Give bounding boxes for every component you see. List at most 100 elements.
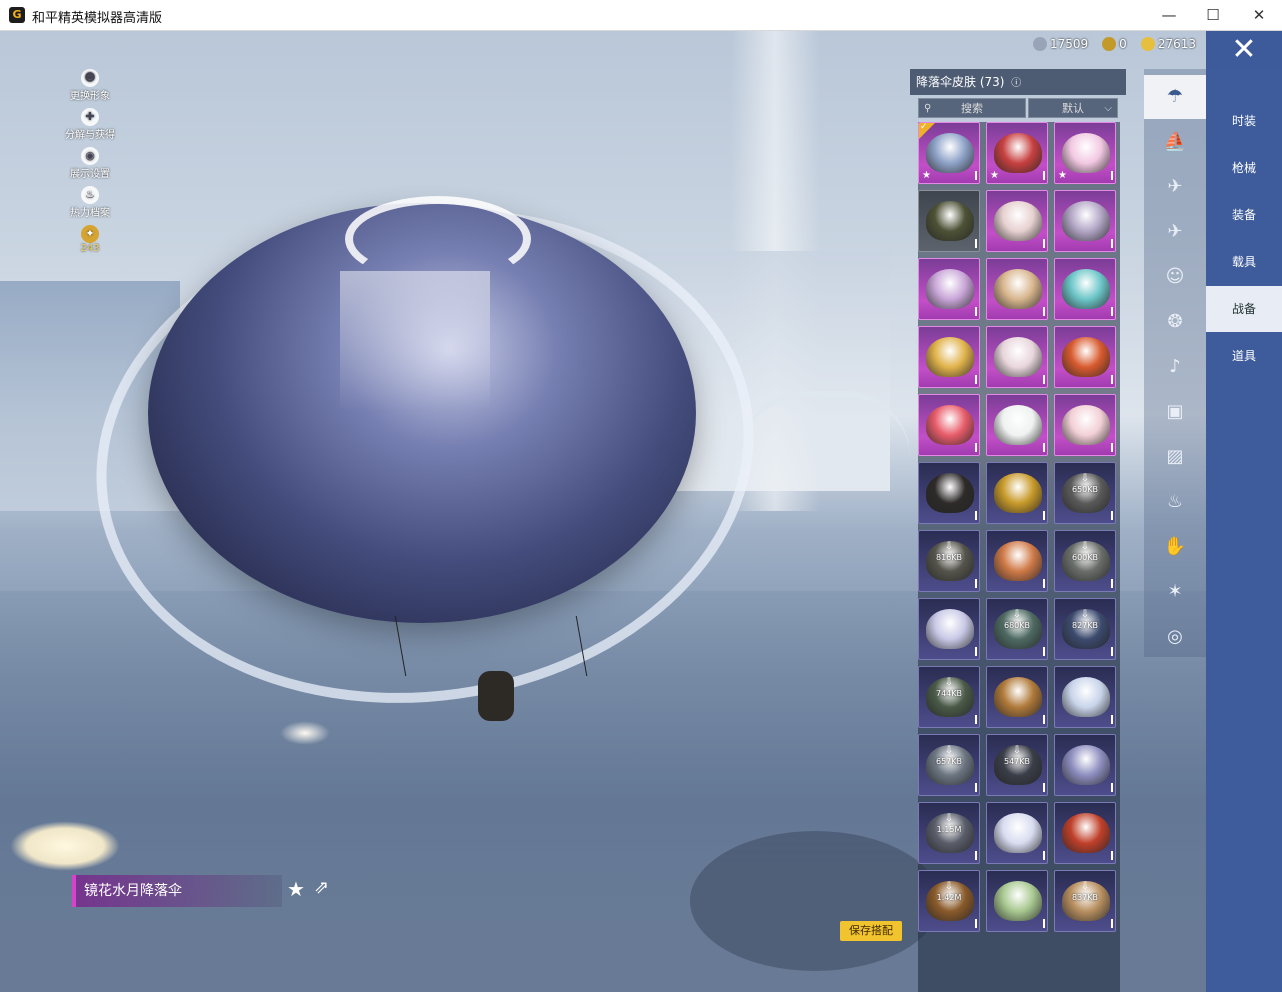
level-value: 243 (80, 243, 100, 254)
boat-icon[interactable]: ⛵ (1144, 120, 1206, 164)
skin-cell[interactable] (1054, 190, 1116, 252)
decompose-button[interactable]: ✚ 分解与获得 (58, 108, 122, 141)
change-avatar-button[interactable]: ☻ 更换形象 (58, 69, 122, 102)
emote-icon[interactable]: ☺ (1144, 255, 1206, 299)
search-row: ⚲ 搜索 默认 ⌵ (918, 98, 1118, 118)
flame-icon: ♨ (81, 186, 99, 204)
count-marker (975, 239, 977, 248)
skin-cell[interactable]: ⇩ 680KB (986, 598, 1048, 660)
maximize-button[interactable]: ☐ (1190, 0, 1236, 30)
download-size: 744KB (935, 689, 962, 698)
app-logo-icon: G (9, 7, 25, 23)
count-marker (1111, 851, 1113, 860)
picture-icon[interactable]: ▨ (1144, 435, 1206, 479)
skin-cell[interactable] (986, 870, 1048, 932)
window-close-button[interactable]: ✕ (1236, 0, 1282, 30)
tab-4[interactable]: 战备 (1206, 286, 1282, 332)
skin-cell[interactable] (1054, 666, 1116, 728)
count-marker (1111, 239, 1113, 248)
skin-cell[interactable]: ⇩ 650KB (1054, 462, 1116, 524)
skin-cell[interactable] (918, 462, 980, 524)
skin-cell[interactable]: ⇩ 547KB (986, 734, 1048, 796)
skin-cell[interactable] (918, 190, 980, 252)
currency-coin: 27613 (1140, 37, 1196, 51)
parachute-icon[interactable]: ☂ (1144, 75, 1206, 119)
box-icon[interactable]: ▣ (1144, 390, 1206, 434)
plane-trail-icon[interactable]: ✈ (1144, 165, 1206, 209)
chevron-down-icon: ⌵ (1104, 103, 1112, 114)
count-marker (975, 715, 977, 724)
plate-icon[interactable]: ◎ (1144, 615, 1206, 659)
skin-cell[interactable]: ⇩ 744KB (918, 666, 980, 728)
parachute-moon (345, 196, 531, 282)
person-icon: ☻ (81, 69, 99, 87)
extinguisher-icon[interactable]: ♨ (1144, 480, 1206, 524)
decompose-icon: ✚ (81, 108, 99, 126)
skin-cell[interactable] (1054, 734, 1116, 796)
parachute-thumbnail (926, 133, 974, 173)
skin-cell[interactable]: ⇩ 816KB (918, 530, 980, 592)
skin-cell[interactable] (986, 802, 1048, 864)
skin-cell[interactable] (1054, 394, 1116, 456)
sort-select[interactable]: 默认 ⌵ (1028, 98, 1118, 118)
currency-value: 27613 (1157, 37, 1196, 51)
star-icon[interactable]: ★ (287, 877, 305, 901)
heat-profile-button[interactable]: ♨ 热力档案 (58, 186, 122, 219)
skin-cell[interactable] (986, 190, 1048, 252)
grenade-icon[interactable]: ✋ (1144, 525, 1206, 569)
minimize-button[interactable]: — (1146, 0, 1192, 30)
tab-5[interactable]: 道具 (1206, 333, 1282, 379)
tab-1[interactable]: 枪械 (1206, 145, 1282, 191)
tab-0[interactable]: 时装 (1206, 98, 1282, 144)
skin-cell[interactable] (1054, 258, 1116, 320)
skin-cell[interactable] (986, 258, 1048, 320)
search-placeholder: 搜索 (961, 102, 983, 115)
count-marker (975, 443, 977, 452)
skin-cell[interactable] (986, 666, 1048, 728)
share-icon[interactable]: ⇗ (314, 877, 329, 898)
search-input[interactable]: ⚲ 搜索 (918, 98, 1026, 118)
skin-cell[interactable]: ⇩ 827KB (1054, 598, 1116, 660)
info-icon[interactable]: ⓘ (1011, 78, 1021, 89)
download-icon: ⇩ (944, 677, 954, 688)
save-outfit-button[interactable]: 保存搭配 (840, 921, 902, 941)
skin-cell[interactable] (986, 462, 1048, 524)
download-size: 1.15M (936, 825, 962, 834)
parachute-thumbnail (1062, 677, 1110, 717)
count-marker (1111, 919, 1113, 928)
skin-cell[interactable] (1054, 802, 1116, 864)
skin-cell[interactable] (986, 394, 1048, 456)
skin-cell[interactable]: ⇩ 1.42M (918, 870, 980, 932)
skin-cell[interactable] (918, 258, 980, 320)
selected-item-name: 镜花水月降落伞 (72, 875, 282, 907)
skin-cell[interactable] (986, 530, 1048, 592)
skin-cell[interactable]: ✓ ★ (918, 122, 980, 184)
skin-cell[interactable] (918, 598, 980, 660)
parachute-thumbnail (994, 405, 1042, 445)
firework-icon[interactable]: ✶ (1144, 570, 1206, 614)
skin-cell[interactable]: ⇩ 1.15M (918, 802, 980, 864)
left-menu-label: 热力档案 (70, 208, 110, 219)
download-icon: ⇩ (1080, 609, 1090, 620)
skin-cell[interactable]: ★ (1054, 122, 1116, 184)
level-badge[interactable]: ✦ 243 (58, 225, 122, 254)
skin-cell[interactable] (986, 326, 1048, 388)
skin-cell[interactable]: ⇩ 657KB (918, 734, 980, 796)
voice-icon[interactable]: ♪ (1144, 345, 1206, 389)
close-icon[interactable]: ✕ (1206, 31, 1282, 69)
display-settings-button[interactable]: ◉ 展示设置 (58, 147, 122, 180)
skin-cell[interactable]: ⇩ 600KB (1054, 530, 1116, 592)
tab-3[interactable]: 载具 (1206, 239, 1282, 285)
tab-2[interactable]: 装备 (1206, 192, 1282, 238)
count-marker (1111, 783, 1113, 792)
currency-gem: 17509 (1032, 37, 1088, 51)
pet-icon[interactable]: ❂ (1144, 300, 1206, 344)
parachute-thumbnail (994, 201, 1042, 241)
skin-cell[interactable] (918, 394, 980, 456)
airplane-icon[interactable]: ✈ (1144, 210, 1206, 254)
skin-cell[interactable]: ⇩ 837KB (1054, 870, 1116, 932)
skin-cell[interactable] (1054, 326, 1116, 388)
currency-value: 0 (1119, 37, 1127, 51)
skin-cell[interactable]: ★ (986, 122, 1048, 184)
skin-cell[interactable] (918, 326, 980, 388)
